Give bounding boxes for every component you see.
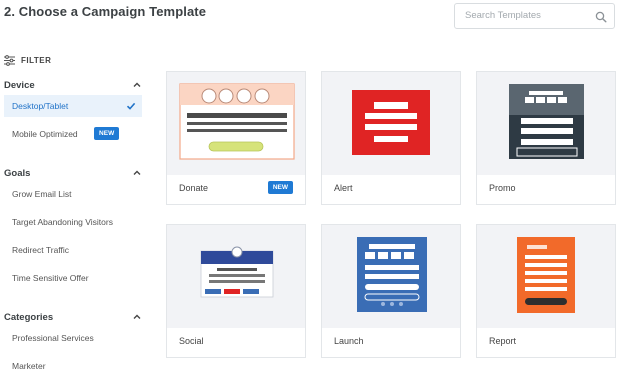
search-input[interactable] (465, 10, 591, 21)
filter-toggle[interactable]: FILTER (4, 55, 51, 66)
filter-label: FILTER (21, 56, 52, 65)
chevron-up-icon[interactable] (132, 168, 142, 178)
template-name: Alert (334, 183, 353, 193)
sidebar-item-label: Target Abandoning Visitors (12, 217, 113, 227)
template-card-social[interactable]: Social (166, 224, 306, 358)
template-card-donate[interactable]: Donate NEW (166, 71, 306, 205)
template-thumbnail (167, 225, 305, 328)
sidebar-item-desktop-tablet[interactable]: Desktop/Tablet (4, 95, 142, 117)
sidebar-item-label: Marketer (12, 361, 46, 371)
template-thumbnail (477, 225, 615, 328)
template-name: Promo (489, 183, 516, 193)
template-name: Donate (179, 183, 209, 193)
sidebar-item-target-abandoning-visitors[interactable]: Target Abandoning Visitors (4, 211, 142, 233)
template-card-promo[interactable]: Promo (476, 71, 616, 205)
template-thumbnail (477, 72, 615, 175)
new-badge: NEW (267, 181, 293, 194)
sidebar-item-label: Time Sensitive Offer (12, 273, 89, 283)
sidebar-item-label: Redirect Traffic (12, 245, 70, 255)
template-thumbnail (322, 72, 460, 175)
chevron-up-icon[interactable] (132, 312, 142, 322)
template-card-alert[interactable]: Alert (321, 71, 461, 205)
template-thumbnail (167, 72, 305, 175)
categories-heading: Categories (4, 312, 54, 323)
sidebar-item-mobile-optimized[interactable]: Mobile Optimized NEW (4, 123, 142, 145)
sidebar-item-redirect-traffic[interactable]: Redirect Traffic (4, 239, 142, 261)
sidebar-item-time-sensitive-offer[interactable]: Time Sensitive Offer (4, 267, 142, 289)
sidebar-item-label: Desktop/Tablet (12, 101, 69, 111)
page-title: 2. Choose a Campaign Template (4, 4, 207, 19)
device-heading: Device (4, 80, 35, 91)
template-thumbnail (322, 225, 460, 328)
sidebar-item-label: Mobile Optimized (12, 129, 78, 139)
template-card-launch[interactable]: Launch (321, 224, 461, 358)
social-preview-icon (200, 246, 274, 298)
search-box[interactable] (454, 3, 615, 29)
chevron-up-icon[interactable] (132, 80, 142, 90)
search-icon[interactable] (595, 11, 607, 23)
sidebar-item-marketer[interactable]: Marketer (4, 355, 142, 375)
template-name: Social (179, 336, 204, 346)
report-preview-icon (517, 237, 575, 313)
sidebar-item-grow-email-list[interactable]: Grow Email List (4, 183, 142, 205)
promo-preview-icon (509, 84, 584, 159)
filter-icon (4, 55, 15, 66)
template-card-report[interactable]: Report (476, 224, 616, 358)
sidebar-item-label: Professional Services (12, 333, 94, 343)
alert-preview-icon (352, 90, 430, 155)
check-icon (126, 102, 136, 110)
donate-preview-icon (179, 83, 295, 160)
template-name: Report (489, 336, 517, 346)
sidebar-item-professional-services[interactable]: Professional Services (4, 327, 142, 349)
new-badge: NEW (94, 127, 120, 141)
goals-heading: Goals (4, 168, 31, 179)
template-name: Launch (334, 336, 364, 346)
launch-preview-icon (357, 237, 427, 312)
sidebar-item-label: Grow Email List (12, 189, 72, 199)
